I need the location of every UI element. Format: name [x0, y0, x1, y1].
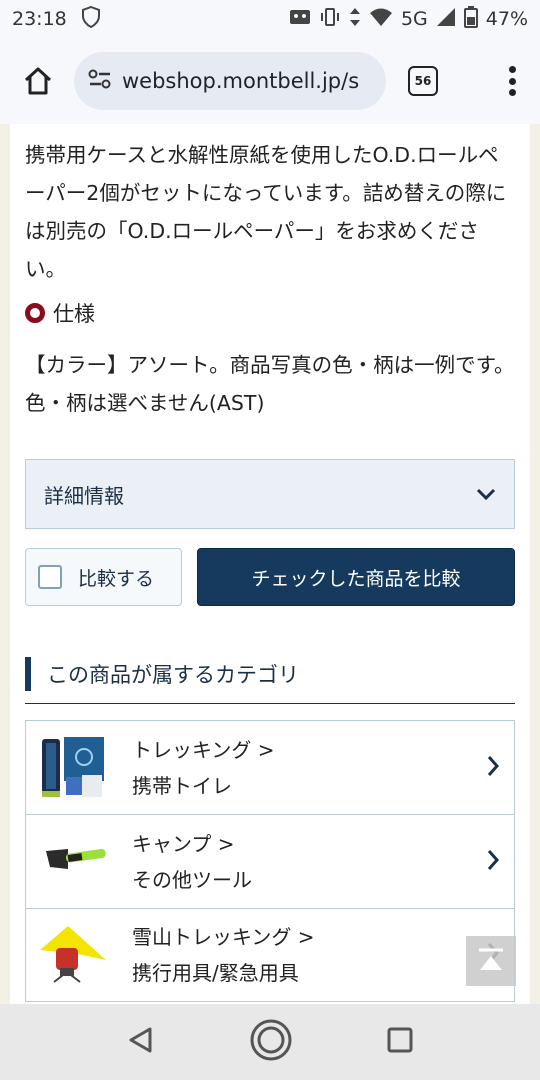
compare-checked-button[interactable]: チェックした商品を比較 [197, 548, 515, 606]
category-child: 携行用具/緊急用具 [132, 961, 299, 985]
category-parent: キャンプ > [132, 831, 235, 856]
product-description: 携帯用ケースと水解性原紙を使用したO.D.ロールペーパー2個がセットになっていま… [25, 143, 507, 281]
spec-text: 【カラー】アソート。商品写真の色・柄は一例です。色・柄は選べません(AST) [25, 353, 515, 415]
signal-icon [436, 7, 456, 32]
category-item-trekking-toilet[interactable]: トレッキング > 携帯トイレ [25, 720, 515, 814]
spec-heading-label: 仕様 [53, 302, 95, 326]
heading-accent-bar [25, 656, 31, 691]
category-text: キャンプ > その他ツール [132, 826, 252, 898]
recents-icon[interactable] [386, 1026, 414, 1058]
category-heading-label: この商品が属するカテゴリ [47, 662, 299, 687]
spec-bullet-icon [25, 303, 45, 323]
category-item-snow-trekking[interactable]: 雪山トレッキング > 携行用具/緊急用具 [25, 908, 515, 1002]
chevron-down-icon [476, 482, 496, 506]
cast-icon [289, 8, 311, 31]
address-bar[interactable]: webshop.montbell.jp/s [74, 52, 386, 110]
vibrate-icon [319, 7, 341, 32]
status-bar: 23:18 5G 47% [0, 0, 540, 38]
category-heading: この商品が属するカテゴリ [25, 656, 515, 704]
tent-stove-thumbnail [38, 920, 108, 990]
checkbox-box[interactable] [38, 565, 62, 589]
chevron-right-icon [486, 849, 500, 875]
category-child: 携帯トイレ [132, 773, 232, 798]
category-text: トレッキング > 携帯トイレ [132, 732, 275, 804]
category-parent: 雪山トレッキング > [132, 925, 315, 949]
compare-checkbox[interactable]: 比較する [25, 548, 182, 606]
battery-level: 47% [485, 8, 528, 30]
home-icon [24, 67, 52, 95]
arrow-up-icon [479, 948, 503, 970]
chevron-right-icon [486, 755, 500, 781]
page-content: 携帯用ケースと水解性原紙を使用したO.D.ロールペーパー2個がセットになっていま… [10, 124, 530, 1004]
detail-accordion-label: 詳細情報 [44, 483, 124, 508]
axe-thumbnail [38, 827, 108, 897]
category-parent: トレッキング > [132, 737, 275, 762]
browser-toolbar: webshop.montbell.jp/s 56 [0, 38, 540, 124]
battery-icon [463, 5, 478, 33]
detail-accordion[interactable]: 詳細情報 [25, 459, 515, 529]
category-item-camp-tools[interactable]: キャンプ > その他ツール [25, 814, 515, 908]
spec-heading: 仕様 [25, 298, 95, 328]
category-text: 雪山トレッキング > 携行用具/緊急用具 [132, 919, 315, 991]
system-nav-bar [0, 1004, 540, 1080]
status-time: 23:18 [12, 8, 67, 30]
overflow-menu-button[interactable] [508, 66, 516, 96]
data-arrows-icon [349, 7, 361, 32]
tab-switcher-button[interactable]: 56 [408, 66, 438, 96]
site-settings-icon[interactable] [88, 68, 112, 94]
category-child: その他ツール [132, 867, 252, 892]
wifi-icon [369, 7, 393, 32]
compare-checkbox-label: 比較する [78, 567, 155, 590]
home-button[interactable] [12, 55, 64, 107]
back-icon[interactable] [126, 1025, 156, 1059]
shield-icon [81, 5, 101, 33]
category-list: トレッキング > 携帯トイレ キャンプ > その他ツール 雪山トレッキング > … [25, 720, 515, 1002]
home-nav-icon[interactable] [249, 1018, 293, 1066]
scroll-to-top-button[interactable] [466, 936, 516, 986]
network-type: 5G [400, 8, 428, 30]
toilet-kit-thumbnail [38, 733, 108, 803]
url-text: webshop.montbell.jp/s [122, 69, 360, 93]
compare-row: 比較する チェックした商品を比較 [25, 548, 515, 608]
